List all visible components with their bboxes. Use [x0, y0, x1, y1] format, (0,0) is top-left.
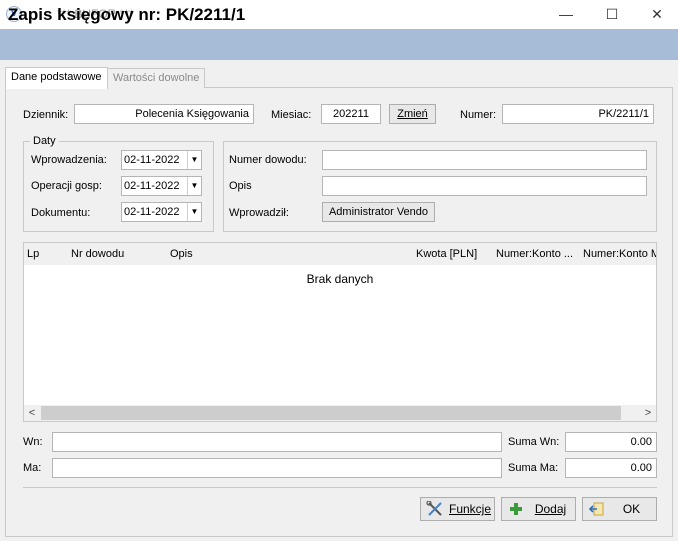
page-header: [0, 29, 678, 60]
miesiac-label: Miesiac:: [271, 109, 312, 121]
tab-wartosci-dowolne[interactable]: Wartości dowolne: [107, 68, 206, 88]
wprowadzenia-date-field[interactable]: 02-11-2022 ▼: [121, 150, 202, 170]
operacji-date-field[interactable]: 02-11-2022 ▼: [121, 176, 202, 196]
scroll-right-icon[interactable]: >: [640, 405, 656, 421]
empty-state-text: Brak danych: [306, 272, 374, 286]
enter-icon: [588, 501, 606, 517]
numer-dowodu-label: Numer dowodu:: [229, 154, 307, 166]
operacji-date-value: 02-11-2022: [124, 180, 180, 192]
dokumentu-date-field[interactable]: 02-11-2022 ▼: [121, 202, 202, 222]
opis-input[interactable]: [322, 176, 647, 196]
entries-grid: Lp Nr dowodu Opis Kwota [PLN] Numer:Kont…: [23, 242, 657, 422]
maximize-button[interactable]: ☐: [589, 0, 635, 29]
wprowadzil-field[interactable]: Administrator Vendo: [322, 202, 435, 222]
wprowadzil-label: Wprowadził:: [229, 207, 289, 219]
dokumentu-date-value: 02-11-2022: [124, 206, 180, 218]
operacji-label: Operacji gosp:: [31, 180, 102, 192]
tab-dane-podstawowe[interactable]: Dane podstawowe: [5, 67, 108, 89]
dziennik-field[interactable]: Polecenia Księgowania: [74, 104, 254, 124]
ma-field[interactable]: [52, 458, 502, 478]
column-header-kwota[interactable]: Kwota [PLN]: [416, 248, 477, 260]
numer-label: Numer:: [460, 109, 497, 121]
minimize-button[interactable]: —: [543, 0, 589, 29]
grid-body: Brak danych: [24, 265, 656, 405]
suma-ma-field: 0.00: [565, 458, 657, 478]
ok-button[interactable]: OK: [582, 497, 657, 521]
column-header-nr-dowodu[interactable]: Nr dowodu: [71, 248, 124, 260]
daty-legend: Daty: [30, 135, 59, 147]
column-header-numer-konto-1[interactable]: Numer:Konto ...: [496, 248, 573, 260]
dokumentu-label: Dokumentu:: [31, 207, 91, 219]
column-header-opis[interactable]: Opis: [170, 248, 193, 260]
add-icon: [507, 501, 525, 517]
divider: [23, 487, 657, 488]
numer-field[interactable]: PK/2211/1: [502, 104, 654, 124]
dodaj-button[interactable]: Dodaj: [501, 497, 576, 521]
scrollbar-thumb[interactable]: [41, 406, 621, 420]
suma-wn-field: 0.00: [565, 432, 657, 452]
chevron-down-icon[interactable]: ▼: [187, 177, 201, 195]
suma-wn-label: Suma Wn:: [508, 436, 560, 448]
scroll-left-icon[interactable]: <: [24, 405, 40, 421]
opis-label: Opis: [229, 180, 252, 192]
dziennik-label: Dziennik:: [23, 109, 69, 121]
ok-label: OK: [622, 502, 641, 516]
zmien-button[interactable]: Zmień: [389, 104, 436, 124]
funkcje-button[interactable]: Funkcje: [420, 497, 495, 521]
numer-dowodu-input[interactable]: [322, 150, 647, 170]
funkcje-label: Funkcje: [449, 502, 492, 516]
column-header-lp[interactable]: Lp: [27, 248, 39, 260]
wprowadzenia-date-value: 02-11-2022: [124, 154, 180, 166]
tools-icon: [426, 500, 444, 517]
chevron-down-icon[interactable]: ▼: [187, 203, 201, 221]
wprowadzenia-label: Wprowadzenia:: [31, 154, 107, 166]
miesiac-field[interactable]: 202211: [321, 104, 381, 124]
close-button[interactable]: ✕: [634, 0, 678, 29]
wn-label: Wn:: [23, 436, 43, 448]
chevron-down-icon[interactable]: ▼: [187, 151, 201, 169]
column-header-numer-konto-2[interactable]: Numer:Konto M: [583, 248, 656, 260]
page-title: Zapis księgowy nr: PK/2211/1: [8, 5, 246, 24]
ma-label: Ma:: [23, 462, 42, 474]
dodaj-label: Dodaj: [534, 502, 567, 516]
suma-ma-label: Suma Ma:: [508, 462, 559, 474]
grid-header: Lp Nr dowodu Opis Kwota [PLN] Numer:Kont…: [24, 243, 656, 265]
horizontal-scrollbar[interactable]: < >: [24, 405, 656, 421]
wn-field[interactable]: [52, 432, 502, 452]
